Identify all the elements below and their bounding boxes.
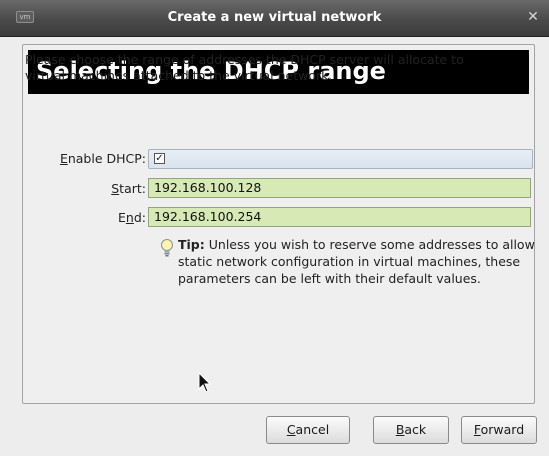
tip-text: Tip: Unless you wish to reserve some add…	[178, 236, 538, 287]
start-mnemonic: S	[111, 181, 120, 196]
end-label-text: d:	[133, 210, 146, 225]
cancel-label: ancel	[295, 422, 330, 437]
enable-dhcp-label-text: nable DHCP:	[67, 151, 146, 166]
enable-dhcp-label: Enable DHCP:	[28, 151, 146, 166]
enable-dhcp-checkbox[interactable]: ✓	[154, 153, 165, 164]
back-label: ack	[404, 422, 427, 437]
lightbulb-icon	[161, 239, 173, 257]
tip-prefix: Tip:	[178, 237, 205, 252]
forward-mnemonic: F	[473, 422, 481, 437]
cancel-button[interactable]: Cancel	[266, 416, 350, 444]
forward-label: orward	[480, 422, 525, 437]
end-label-prefix: E	[118, 210, 126, 225]
tip-body: Unless you wish to reserve some addresse…	[178, 237, 535, 286]
title-bar[interactable]: vm Create a new virtual network ✕	[0, 0, 549, 37]
page-description: Please choose the range of addresses the…	[25, 52, 464, 83]
enable-dhcp-mnemonic: E	[59, 151, 68, 166]
window-title: Create a new virtual network	[167, 10, 382, 25]
start-address-field[interactable]: 192.168.100.128	[148, 178, 531, 198]
back-button[interactable]: Back	[373, 416, 449, 444]
forward-button[interactable]: Forward	[461, 416, 537, 444]
mouse-pointer-icon	[198, 372, 212, 393]
cancel-mnemonic: C	[286, 422, 296, 437]
end-mnemonic: n	[125, 210, 134, 225]
end-address-field[interactable]: 192.168.100.254	[148, 207, 531, 227]
start-label: Start:	[28, 181, 146, 196]
start-label-text: tart:	[119, 181, 146, 196]
enable-dhcp-row[interactable]: ✓	[148, 149, 533, 169]
close-icon[interactable]: ✕	[526, 10, 540, 24]
end-label: End:	[28, 210, 146, 225]
